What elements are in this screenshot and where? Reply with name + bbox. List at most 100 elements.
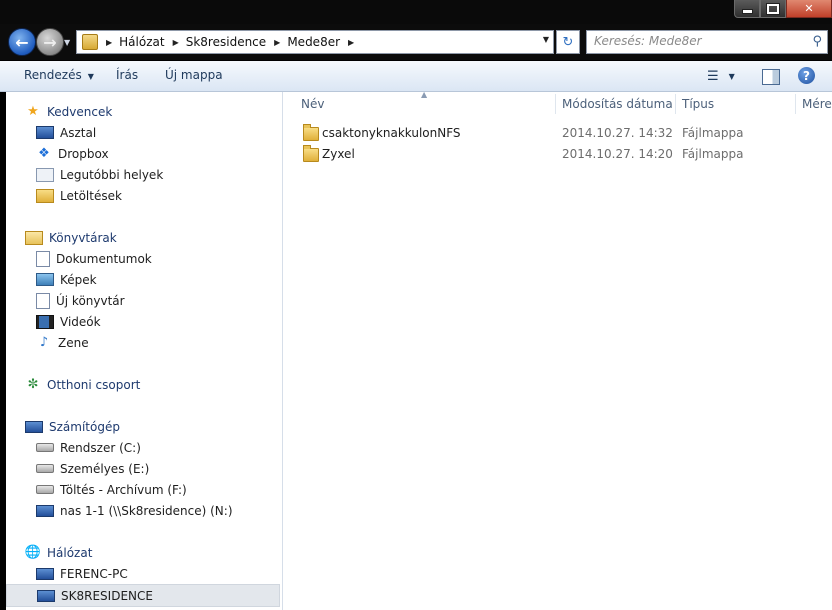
- breadcrumb-halozat[interactable]: Hálózat: [119, 35, 164, 49]
- preview-pane-button[interactable]: [762, 69, 780, 85]
- file-date-modified: 2014.10.27. 14:20: [562, 147, 673, 161]
- breadcrumb-separator-icon[interactable]: ▶: [173, 38, 179, 47]
- recent-places-icon: [36, 167, 54, 182]
- file-row[interactable]: Zyxel 2014.10.27. 14:20 Fájlmappa: [299, 144, 819, 164]
- nav-item-sk8residence[interactable]: SK8RESIDENCE: [6, 584, 280, 607]
- column-divider[interactable]: [675, 94, 676, 114]
- refresh-button[interactable]: ↻: [556, 30, 580, 54]
- column-header-label: Méret: [802, 97, 832, 111]
- column-header-date-modified[interactable]: Módosítás dátuma: [562, 97, 673, 111]
- back-arrow-icon: ←: [15, 32, 29, 52]
- window-caption-buttons: ✕: [734, 0, 832, 18]
- command-toolbar: Rendezés ▼ Írás Új mappa ☰ ▼ ?: [0, 61, 832, 92]
- burn-button[interactable]: Írás: [116, 68, 138, 82]
- nav-item-downloads[interactable]: Letöltések: [6, 185, 282, 206]
- nav-libraries[interactable]: Könyvtárak: [6, 227, 282, 248]
- column-header-name[interactable]: Név: [301, 97, 324, 111]
- breadcrumb-separator-icon[interactable]: ▶: [274, 38, 280, 47]
- pictures-icon: [36, 273, 54, 286]
- nav-item-ferenc-pc[interactable]: FERENC-PC: [6, 563, 282, 584]
- drive-icon: [36, 464, 54, 473]
- address-bar[interactable]: ▶ Hálózat ▶ Sk8residence ▶ Mede8er ▶ ▼: [76, 30, 554, 54]
- breadcrumb-separator-icon[interactable]: ▶: [106, 38, 112, 47]
- dropbox-icon: ❖: [38, 146, 50, 161]
- help-icon: ?: [803, 68, 810, 83]
- nav-item-dropbox[interactable]: ❖ Dropbox: [6, 143, 282, 164]
- libraries-icon: [25, 230, 43, 245]
- nav-network[interactable]: 🌐 Hálózat: [6, 542, 282, 563]
- desktop-icon: [36, 126, 54, 139]
- nav-item-label: Képek: [60, 272, 97, 287]
- nav-item-new-library[interactable]: Új könyvtár: [6, 290, 282, 311]
- column-divider[interactable]: [795, 94, 796, 114]
- nav-computer-label: Számítógép: [49, 419, 120, 434]
- computer-group: Számítógép Rendszer (C:) Személyes (E:) …: [6, 416, 282, 521]
- file-name: csaktonyknakkulonNFS: [322, 126, 461, 140]
- help-button[interactable]: ?: [798, 67, 815, 84]
- nav-item-recent-places[interactable]: Legutóbbi helyek: [6, 164, 282, 185]
- breadcrumb-mede8er[interactable]: Mede8er: [287, 35, 340, 49]
- nav-item-drive-f[interactable]: Töltés - Archívum (F:): [6, 479, 282, 500]
- file-list: Név ▲ Módosítás dátuma Típus Méret csakt…: [283, 90, 832, 610]
- file-type: Fájlmappa: [682, 126, 744, 140]
- nav-item-label: Dokumentumok: [56, 251, 152, 266]
- nav-favorites-label: Kedvencek: [47, 104, 113, 119]
- network-icon: 🌐: [24, 545, 42, 560]
- nav-item-label: Zene: [58, 335, 89, 350]
- file-row[interactable]: csaktonyknakkulonNFS 2014.10.27. 14:32 F…: [299, 123, 819, 143]
- navigation-bar: ← → ▼ ▶ Hálózat ▶ Sk8residence ▶ Mede8er…: [0, 24, 832, 60]
- nav-item-label: Személyes (E:): [60, 461, 150, 476]
- column-header-size[interactable]: Méret: [802, 97, 832, 111]
- sort-ascending-icon: ▲: [421, 90, 428, 99]
- drive-icon: [36, 485, 54, 494]
- nav-item-label: Új könyvtár: [56, 293, 125, 308]
- nav-item-label: FERENC-PC: [60, 566, 128, 581]
- nav-item-label: Legutóbbi helyek: [60, 167, 164, 182]
- organize-button[interactable]: Rendezés ▼: [24, 68, 94, 82]
- star-icon: ★: [27, 104, 39, 119]
- nav-network-label: Hálózat: [47, 545, 93, 560]
- chevron-down-icon: ▼: [87, 72, 94, 81]
- forward-button[interactable]: →: [36, 28, 64, 56]
- search-input[interactable]: [587, 31, 804, 51]
- address-history-dropdown[interactable]: ▼: [543, 35, 549, 44]
- column-divider[interactable]: [555, 94, 556, 114]
- change-view-button[interactable]: ☰ ▼: [707, 66, 735, 86]
- nav-item-drive-c[interactable]: Rendszer (C:): [6, 437, 282, 458]
- nav-homegroup-label: Otthoni csoport: [47, 377, 141, 392]
- homegroup-icon: ✼: [27, 377, 39, 392]
- nav-computer[interactable]: Számítógép: [6, 416, 282, 437]
- search-icon[interactable]: ⚲: [812, 34, 822, 49]
- minimize-button[interactable]: [734, 0, 760, 18]
- organize-label: Rendezés: [24, 68, 82, 82]
- back-button[interactable]: ←: [8, 28, 36, 56]
- recent-pages-dropdown[interactable]: ▼: [64, 38, 70, 47]
- maximize-icon: [766, 2, 780, 15]
- nav-item-music[interactable]: ♪ Zene: [6, 332, 282, 353]
- nav-item-drive-n[interactable]: nas 1-1 (\\Sk8residence) (N:): [6, 500, 282, 521]
- column-header-row: Név ▲ Módosítás dátuma Típus Méret: [283, 90, 832, 116]
- close-icon: ✕: [804, 2, 814, 15]
- nav-homegroup[interactable]: ✼ Otthoni csoport: [6, 374, 282, 395]
- column-header-label: Típus: [682, 97, 715, 111]
- nav-item-pictures[interactable]: Képek: [6, 269, 282, 290]
- breadcrumb-sk8residence[interactable]: Sk8residence: [186, 35, 266, 49]
- downloads-icon: [36, 188, 54, 203]
- nav-item-desktop[interactable]: Asztal: [6, 122, 282, 143]
- maximize-button[interactable]: [760, 0, 786, 18]
- nav-favorites[interactable]: ★ Kedvencek: [6, 101, 282, 122]
- nav-item-label: nas 1-1 (\\Sk8residence) (N:): [60, 503, 233, 518]
- library-icon: [36, 292, 50, 309]
- column-header-type[interactable]: Típus: [682, 97, 714, 111]
- column-header-label: Módosítás dátuma: [562, 97, 673, 111]
- burn-label: Írás: [116, 68, 139, 82]
- nav-item-label: Letöltések: [60, 188, 122, 203]
- videos-icon: [36, 314, 54, 329]
- close-button[interactable]: ✕: [786, 0, 832, 18]
- nav-item-videos[interactable]: Videók: [6, 311, 282, 332]
- nav-item-documents[interactable]: Dokumentumok: [6, 248, 282, 269]
- nav-item-drive-e[interactable]: Személyes (E:): [6, 458, 282, 479]
- breadcrumb-separator-icon[interactable]: ▶: [348, 38, 354, 47]
- new-folder-button[interactable]: Új mappa: [165, 68, 223, 82]
- refresh-icon: ↻: [562, 34, 574, 50]
